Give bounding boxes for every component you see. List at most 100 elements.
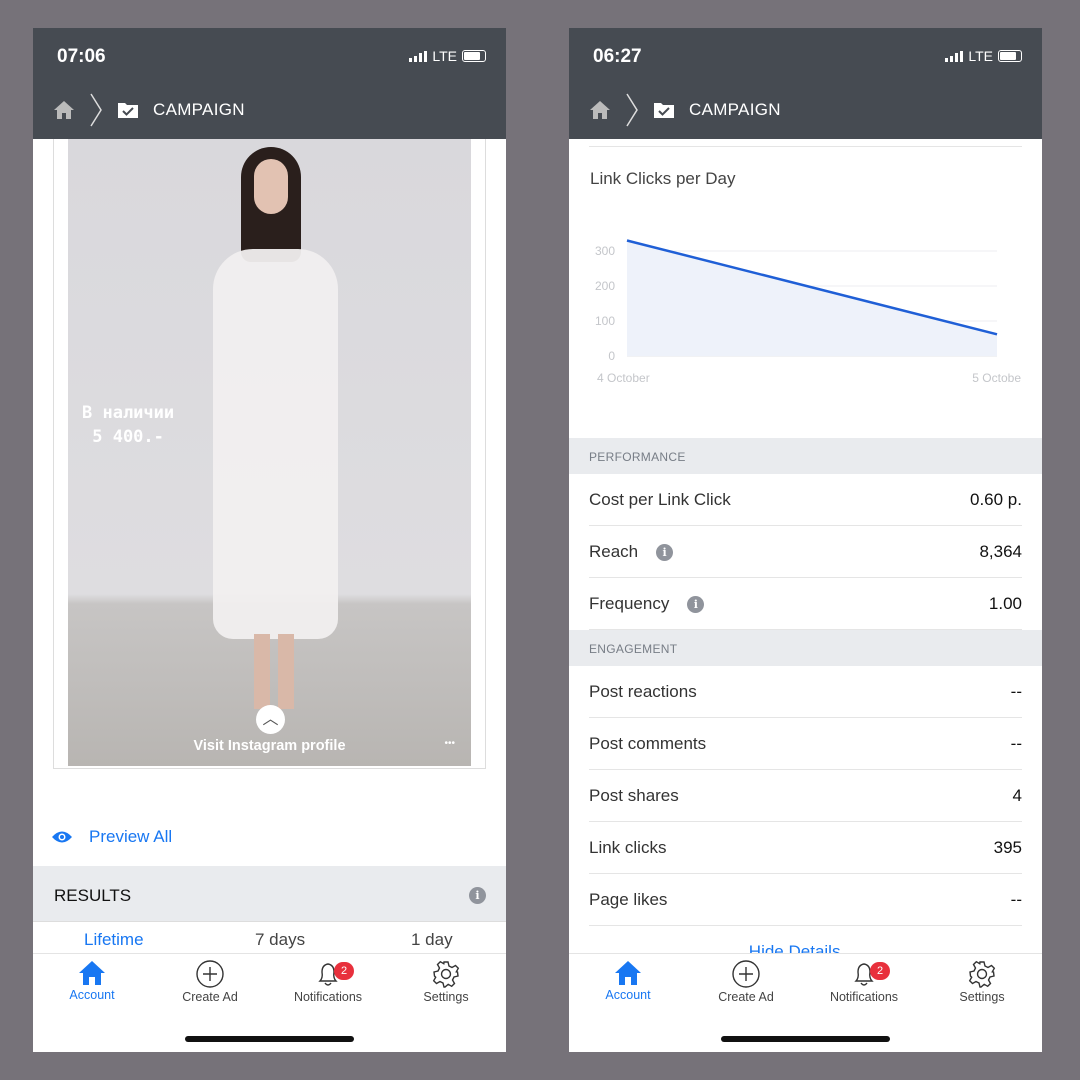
y-tick-label: 100 xyxy=(595,314,615,328)
range-tab-1-day[interactable]: 1 day xyxy=(411,930,453,950)
chevron-right-icon xyxy=(626,93,638,126)
tab-notifications[interactable]: Notifications 2 xyxy=(269,960,387,1004)
range-tab-7-days[interactable]: 7 days xyxy=(255,930,305,950)
status-time: 07:06 xyxy=(57,46,106,67)
overlay-text: В наличии 5 400.- xyxy=(82,401,174,449)
tab-label: Account xyxy=(605,988,651,1002)
battery-icon xyxy=(998,50,1022,62)
nav-bar: CAMPAIGN xyxy=(33,80,506,139)
metric-label: Frequency xyxy=(589,593,670,613)
tab-label: Settings xyxy=(423,990,469,1004)
tab-account[interactable]: Account xyxy=(569,960,687,1002)
more-options-icon[interactable]: ••• xyxy=(444,738,455,749)
tab-label: Notifications xyxy=(829,990,899,1004)
hide-details-label: Hide Details xyxy=(748,942,841,953)
metric-value: 8,364 xyxy=(979,541,1022,561)
x-tick-label: 4 October xyxy=(597,371,650,385)
x-tick-label: 5 Octobe xyxy=(972,371,1021,385)
network-type: LTE xyxy=(432,48,457,64)
signal-icon xyxy=(409,50,428,62)
metric-label: Link clicks xyxy=(589,837,667,857)
phone-screen-left: 07:06 LTE CAMPAIGN В наличии 5 400.- ︿ V… xyxy=(33,28,506,1052)
home-icon[interactable] xyxy=(53,100,75,120)
info-icon[interactable]: i xyxy=(656,543,674,561)
legs xyxy=(254,634,294,709)
overlay-line-1: В наличии xyxy=(82,403,175,423)
dress xyxy=(213,249,338,639)
engagement-header: ENGAGEMENT xyxy=(569,630,1042,666)
campaign-folder-icon xyxy=(654,102,674,118)
nav-title: CAMPAIGN xyxy=(689,99,781,119)
divider xyxy=(589,146,1022,147)
ad-image[interactable]: В наличии 5 400.- ︿ Visit Instagram prof… xyxy=(68,139,471,766)
metric-value: -- xyxy=(1010,889,1022,909)
metric-row: Post reactions -- xyxy=(589,666,1022,718)
tab-create-ad[interactable]: Create Ad xyxy=(151,960,269,1004)
metric-value: 395 xyxy=(993,837,1022,857)
y-tick-label: 0 xyxy=(608,349,615,363)
person-face xyxy=(254,159,288,214)
performance-header: PERFORMANCE xyxy=(569,438,1042,474)
signal-icon xyxy=(945,50,964,62)
link-clicks-chart: 40030020010004 October5 Octobe xyxy=(595,239,1021,385)
metric-label: Post reactions xyxy=(589,681,697,701)
tab-bar: Account Create Ad Notifications 2 Settings xyxy=(33,953,506,1052)
chart-title: Link Clicks per Day xyxy=(590,169,736,188)
metric-value: 4 xyxy=(1012,785,1022,805)
tab-create-ad[interactable]: Create Ad xyxy=(687,960,805,1004)
preview-all-label: Preview All xyxy=(89,827,173,846)
metric-row: Frequency i 1.00 xyxy=(589,578,1022,630)
settings-gear-icon xyxy=(432,960,460,988)
metric-value: 0.60 р. xyxy=(970,489,1022,509)
results-header: RESULTS i xyxy=(33,866,506,922)
tab-settings[interactable]: Settings xyxy=(387,960,505,1004)
metric-row: Page likes -- xyxy=(589,874,1022,926)
tab-account[interactable]: Account xyxy=(33,960,151,1002)
insights-content: Link Clicks per Day 40030020010004 Octob… xyxy=(569,139,1042,953)
home-indicator xyxy=(185,1036,354,1042)
swipe-up-icon[interactable]: ︿ xyxy=(256,705,285,734)
metric-row: Post comments -- xyxy=(589,718,1022,770)
signal-indicators: LTE xyxy=(409,48,486,64)
y-tick-label: 300 xyxy=(595,244,615,258)
home-icon[interactable] xyxy=(589,100,611,120)
hide-details-button[interactable]: Hide Details ︿ xyxy=(569,926,1042,953)
nav-bar: CAMPAIGN xyxy=(569,80,1042,139)
campaign-folder-icon xyxy=(118,102,138,118)
tab-bar: Account Create Ad Notifications 2 Settings xyxy=(569,953,1042,1052)
battery-icon xyxy=(462,50,486,62)
settings-gear-icon xyxy=(968,960,996,988)
notification-badge: 2 xyxy=(334,962,354,980)
y-tick-label: 200 xyxy=(595,279,615,293)
chevron-up-icon: ︿ xyxy=(849,945,863,953)
results-title: RESULTS xyxy=(54,886,132,905)
status-bar: 06:27 LTE xyxy=(569,28,1042,80)
info-icon[interactable]: i xyxy=(687,595,705,613)
metric-row: Cost per Link Click 0.60 р. xyxy=(589,474,1022,526)
tab-notifications[interactable]: Notifications 2 xyxy=(805,960,923,1004)
tab-label: Create Ad xyxy=(718,990,774,1004)
info-icon[interactable]: i xyxy=(469,887,486,904)
metric-value: -- xyxy=(1010,733,1022,753)
overlay-line-2: 5 400.- xyxy=(92,427,164,447)
metric-label: Reach xyxy=(589,541,639,561)
tab-label: Settings xyxy=(959,990,1005,1004)
notification-badge: 2 xyxy=(870,962,890,980)
ad-preview-content: В наличии 5 400.- ︿ Visit Instagram prof… xyxy=(33,139,506,953)
phone-screen-right: 06:27 LTE CAMPAIGN Link Clicks per Day 4… xyxy=(569,28,1042,1052)
metric-value: 1.00 xyxy=(988,593,1022,613)
status-time: 06:27 xyxy=(593,46,642,67)
metric-row: Post shares 4 xyxy=(589,770,1022,822)
metric-label: Page likes xyxy=(589,889,668,909)
network-type: LTE xyxy=(968,48,993,64)
metric-value: -- xyxy=(1010,681,1022,701)
tab-label: Account xyxy=(69,988,115,1002)
eye-icon xyxy=(52,831,72,843)
visit-instagram-profile-link[interactable]: Visit Instagram profile xyxy=(68,738,471,754)
range-tab-lifetime[interactable]: Lifetime xyxy=(84,930,144,950)
preview-all-button[interactable]: Preview All xyxy=(51,827,172,847)
create-ad-plus-icon xyxy=(732,960,760,988)
chevron-right-icon xyxy=(90,93,102,126)
tab-settings[interactable]: Settings xyxy=(923,960,1041,1004)
create-ad-plus-icon xyxy=(196,960,224,988)
